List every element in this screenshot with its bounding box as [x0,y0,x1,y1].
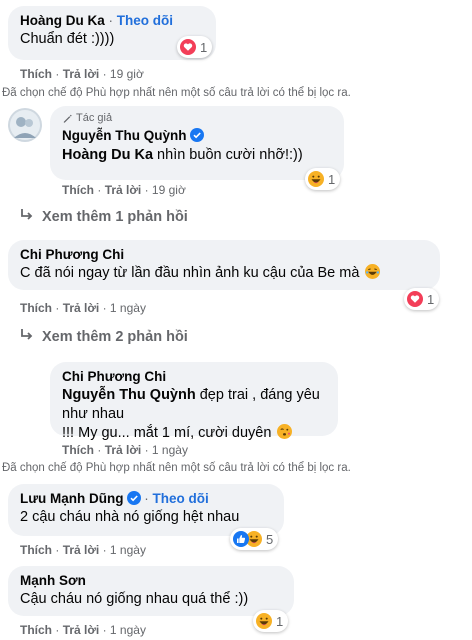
reply-arrow-icon [21,329,33,340]
separator-dot: · [102,623,107,637]
comment-bubble: Chi Phương Chi Nguyễn Thu Quỳnh đẹp trai… [50,362,338,441]
comment-actions: Thích · Trả lời · 1 ngày [20,622,146,638]
reply-link[interactable]: Trả lời [105,443,142,457]
separator-dot: · [97,443,102,457]
reaction-summary[interactable]: 5 [230,528,279,550]
comment-time[interactable]: 19 giờ [110,67,144,81]
like-link[interactable]: Thích [62,183,94,197]
comment-actions: Thích · Trả lời · 1 ngày [20,542,146,558]
reaction-count: 5 [266,531,274,547]
like-link[interactable]: Thích [20,623,52,637]
separator-dot: · [102,301,107,315]
comment-text: C đã nói ngay từ lần đầu nhìn ảnh ku cậu… [20,264,428,283]
view-more-replies-button[interactable]: Xem thêm 2 phản hồi [20,328,188,346]
comment-actions: Thích · Trả lời · 1 ngày [20,300,146,316]
reaction-count: 1 [328,171,336,187]
reply-link[interactable]: Trả lời [105,183,142,197]
heart-icon [407,291,423,307]
separator-dot: · [108,13,114,28]
like-link[interactable]: Thích [20,67,52,81]
haha-icon [308,171,324,187]
separator-dot: · [102,67,107,81]
comment-text-body: nhìn buồn cười nhỡ!:)) [153,147,303,163]
comment-author[interactable]: Hoàng Du Ka [20,13,105,28]
laughing-emoji-icon [365,264,381,279]
pen-icon [63,114,72,123]
comment-text-body: !!! My gu... mắt 1 mí, cười duyên [62,425,272,441]
avatar[interactable] [8,108,42,142]
reaction-count: 1 [427,291,435,307]
kissing-emoji-icon [277,424,293,439]
comment-text-body: C đã nói ngay từ lần đầu nhìn ảnh ku cậu… [20,265,360,281]
reply-link[interactable]: Trả lời [63,623,100,637]
comment-actions: Thích · Trả lời · 19 giờ [62,182,186,198]
separator-dot: · [55,543,60,557]
separator-dot: · [55,67,60,81]
comment-author-line: Hoàng Du Ka · Theo dõi [20,12,204,30]
comment-bubble: Tác giả Nguyễn Thu Quỳnh Hoàng Du Ka nhì… [50,106,344,180]
view-more-replies-button[interactable]: Xem thêm 1 phản hồi [20,208,188,226]
verified-icon [189,128,204,142]
like-link[interactable]: Thích [20,543,52,557]
reply-link[interactable]: Trả lời [63,301,100,315]
comment-text: !!! My gu... mắt 1 mí, cười duyên [62,424,326,443]
comment-actions: Thích · Trả lời · 1 ngày [62,442,188,458]
separator-dot: · [144,491,149,506]
comment-author[interactable]: Chi Phương Chi [62,368,326,386]
like-link[interactable]: Thích [62,443,94,457]
mention-link[interactable]: Nguyễn Thu Quỳnh [62,387,196,403]
comment-time[interactable]: 1 ngày [110,543,146,557]
reaction-summary[interactable]: 1 [253,610,289,632]
follow-link[interactable]: Theo dõi [153,491,209,506]
comment-text: Cậu cháu nó giống nhau quá thể :)) [20,591,249,607]
comment-bubble: Mạnh Sơn Cậu cháu nó giống nhau quá thể … [8,566,294,616]
comment-author[interactable]: Chi Phương Chi [20,246,428,264]
separator-dot: · [102,543,107,557]
reaction-summary[interactable]: 1 [404,288,440,310]
view-more-label: Xem thêm 1 phản hồi [42,209,188,225]
comment-author[interactable]: Nguyễn Thu Quỳnh [62,128,187,143]
separator-dot: · [144,183,149,197]
reaction-summary[interactable]: 1 [305,168,341,190]
reply-link[interactable]: Trả lời [63,67,100,81]
reply-arrow-icon [21,209,33,220]
view-more-label: Xem thêm 2 phản hồi [42,329,188,345]
reply-link[interactable]: Trả lời [63,543,100,557]
mention-link[interactable]: Hoàng Du Ka [62,147,153,163]
comment-time[interactable]: 1 ngày [110,301,146,315]
like-link[interactable]: Thích [20,301,52,315]
comment-bubble: Chi Phương Chi C đã nói ngay từ lần đầu … [8,240,440,290]
author-badge-label: Tác giả [76,112,113,124]
comment-time[interactable]: 1 ngày [110,623,146,637]
reaction-count: 1 [200,39,208,55]
separator-dot: · [97,183,102,197]
separator-dot: · [55,301,60,315]
filter-note: Đã chọn chế độ Phù hợp nhất nên một số c… [2,462,351,474]
filter-note: Đã chọn chế độ Phù hợp nhất nên một số c… [2,87,351,99]
comment-author[interactable]: Mạnh Sơn [20,572,282,590]
author-badge: Tác giả [62,111,332,125]
comment-author-line: Lưu Mạnh Dũng · Theo dõi [20,490,272,508]
comment-text: Hoàng Du Ka nhìn buồn cười nhỡ!:)) [62,146,332,165]
separator-dot: · [55,623,60,637]
comment-author[interactable]: Lưu Mạnh Dũng [20,491,124,506]
verified-icon [126,491,141,505]
haha-icon [256,613,272,629]
follow-link[interactable]: Theo dõi [117,13,173,28]
comment-text: Nguyễn Thu Quỳnh đẹp trai , đáng yêu như… [62,386,326,424]
separator-dot: · [144,443,149,457]
comment-actions: Thích · Trả lời · 19 giờ [20,66,144,82]
comment-author-line: Nguyễn Thu Quỳnh [62,127,332,145]
comment-time[interactable]: 19 giờ [152,183,186,197]
reaction-count: 1 [276,613,284,629]
reaction-summary[interactable]: 1 [177,36,213,58]
heart-icon [180,39,196,55]
like-icon [233,531,249,547]
comment-time[interactable]: 1 ngày [152,443,188,457]
comment-text: 2 cậu cháu nhà nó giống hệt nhau [20,509,240,525]
